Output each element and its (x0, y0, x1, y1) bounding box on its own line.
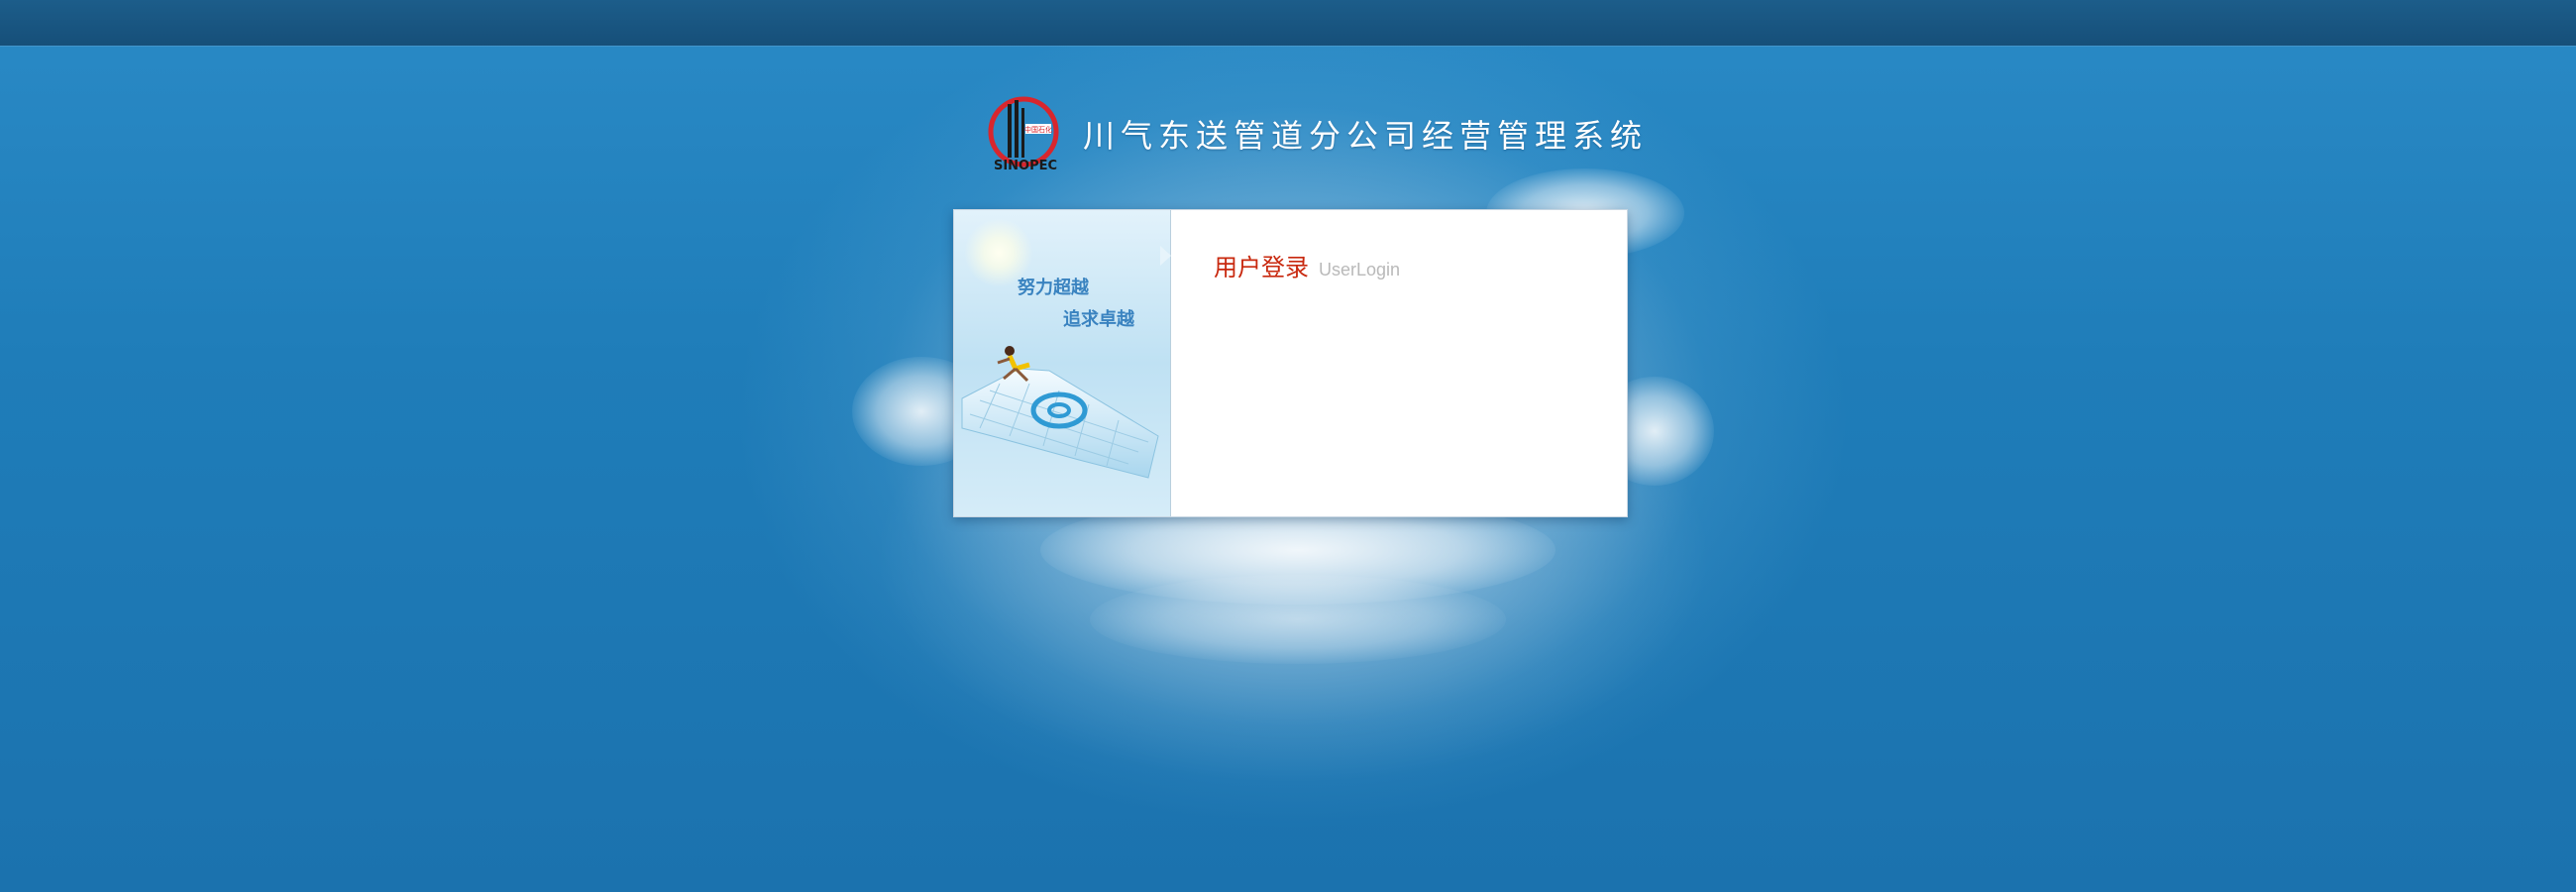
svg-text:中国石化: 中国石化 (1024, 125, 1052, 134)
cloud-decoration (1090, 575, 1506, 664)
logo-text: SINOPEC (994, 159, 1057, 173)
runner-puzzle-illustration (961, 346, 1159, 479)
login-page: { "header": { "logo_text": "SINOPEC", "t… (0, 0, 2576, 892)
slogan-line-1: 努力超越 (1018, 278, 1089, 298)
login-subtitle: UserLogin (1319, 260, 1401, 279)
top-strip (0, 0, 2576, 46)
system-title: 川气东送管道分公司经营管理系统 (1083, 117, 1649, 155)
app-header: 中国石化 SINOPEC 川气东送管道分公司经营管理系统 (986, 94, 1648, 173)
panel-notch (1160, 246, 1171, 266)
sinopec-logo: 中国石化 SINOPEC (986, 94, 1061, 173)
login-heading: 用户登录 UserLogin (1214, 248, 1400, 282)
banner-panel: 努力超越 追求卓越 (954, 210, 1171, 516)
login-title: 用户登录 (1214, 254, 1309, 281)
login-card: 努力超越 追求卓越 用户登录 UserLogin (953, 209, 1628, 517)
slogan-line-2: 追求卓越 (1063, 309, 1134, 330)
